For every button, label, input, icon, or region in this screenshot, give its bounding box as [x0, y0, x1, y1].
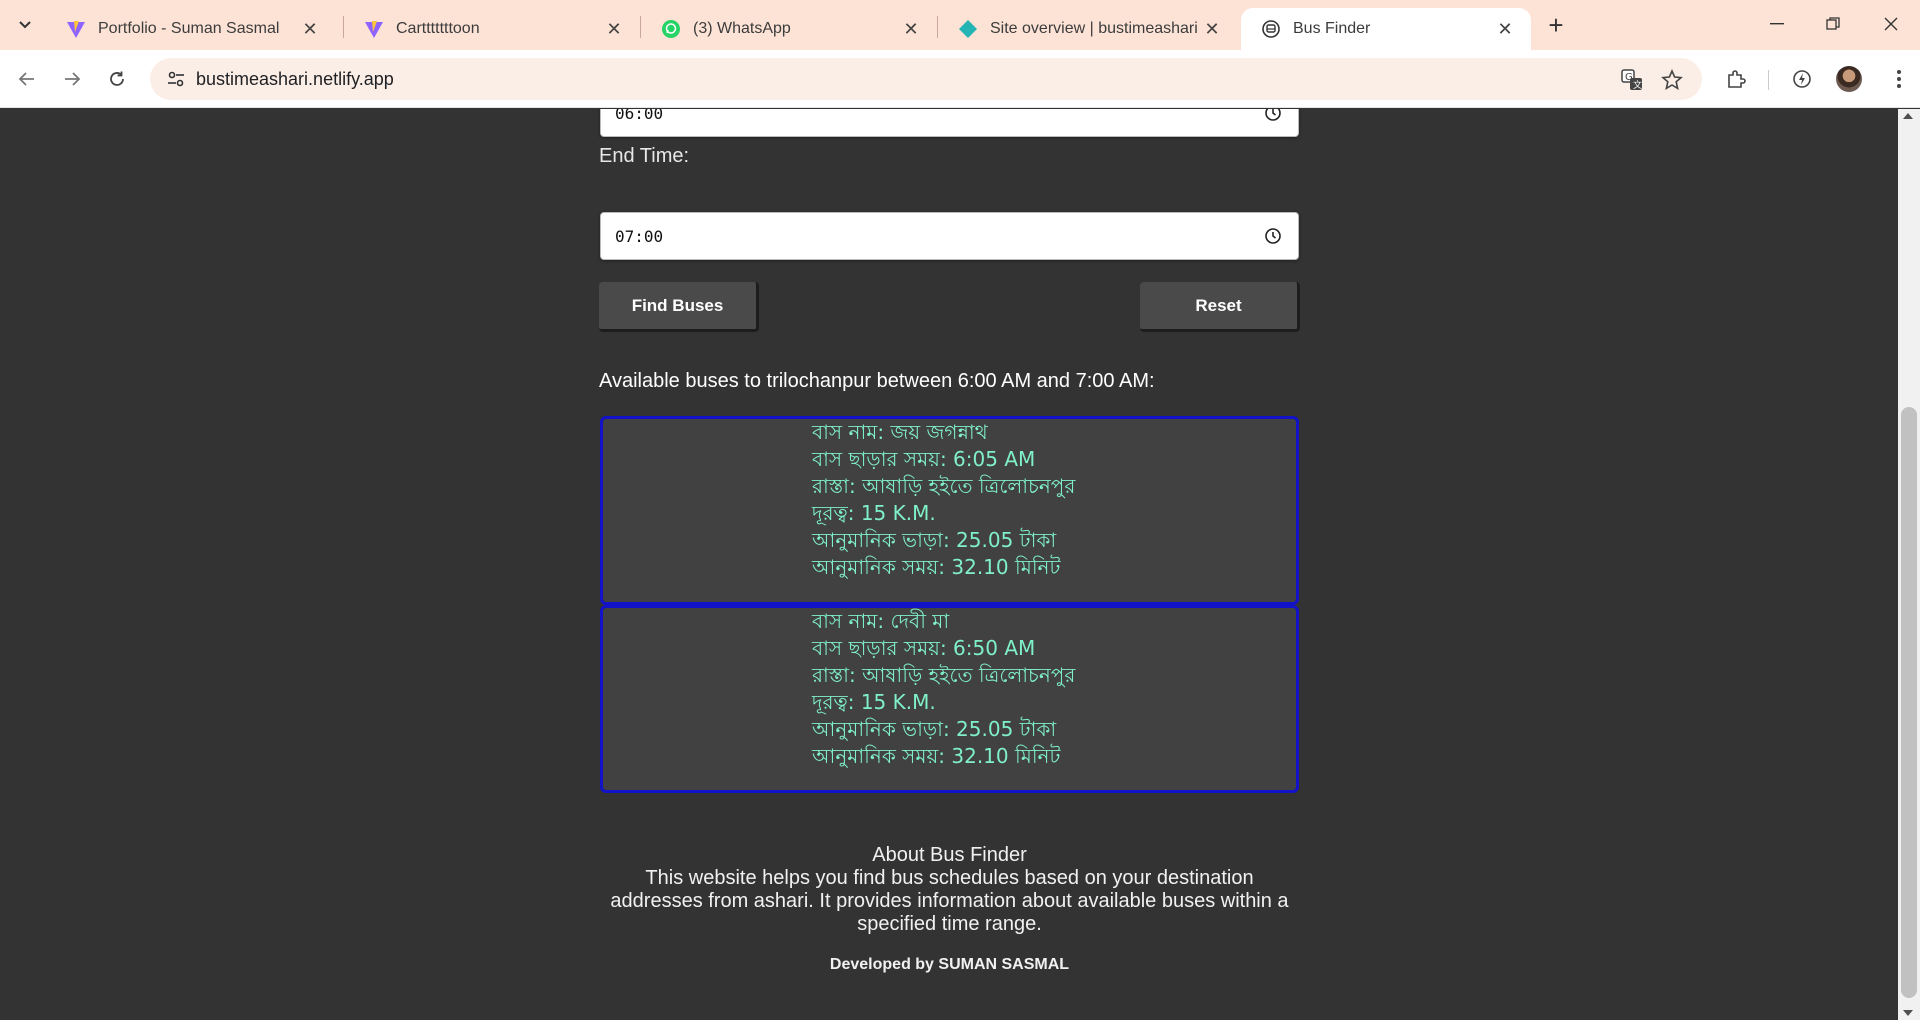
extensions-button[interactable] — [1719, 62, 1753, 96]
speed-icon — [1793, 70, 1811, 88]
whatsapp-icon — [661, 19, 681, 39]
about-section: About Bus Finder This website helps you … — [599, 843, 1300, 936]
vite-logo-icon — [364, 19, 384, 39]
browser-toolbar: bustimeashari.netlify.app G文 — [0, 50, 1920, 108]
close-icon[interactable]: ✕ — [1200, 17, 1224, 41]
reload-button[interactable] — [100, 62, 134, 96]
reload-icon — [110, 71, 124, 86]
bus-card: বাস নাম: দেবী মা বাস ছাড়ার সময়: 6:50 A… — [600, 605, 1299, 793]
scroll-down-arrow-icon[interactable] — [1903, 1010, 1913, 1016]
new-tab-button[interactable]: + — [1541, 10, 1571, 40]
page-viewport: 06:00 End Time: 07:00 Find Buses Reset A… — [0, 109, 1898, 1020]
bus-card: বাস নাম: জয় জগন্নাথ বাস ছাড়ার সময়: 6:… — [600, 416, 1299, 605]
address-bar[interactable]: bustimeashari.netlify.app G文 — [150, 58, 1702, 100]
bus-distance: দূরত্ব: 15 K.M. — [812, 501, 936, 525]
svg-text:文: 文 — [1633, 79, 1642, 91]
bus-fare: আনুমানিক ভাড়া: 25.05 টাকা — [812, 717, 1057, 741]
bus-departure: বাস ছাড়ার সময়: 6:50 AM — [812, 636, 1036, 660]
start-time-input[interactable]: 06:00 — [600, 109, 1299, 137]
tab-whatsapp[interactable]: (3) WhatsApp ✕ — [641, 8, 937, 50]
clock-icon[interactable] — [1264, 109, 1282, 122]
scroll-up-arrow-icon[interactable] — [1903, 113, 1913, 119]
puzzle-icon — [1728, 70, 1746, 88]
tab-title: Bus Finder — [1293, 20, 1371, 37]
tab-cartoon[interactable]: Cartttttttoon ✕ — [344, 8, 640, 50]
tab-bus-finder[interactable]: Bus Finder ✕ — [1241, 8, 1531, 50]
bus-icon — [1261, 19, 1281, 39]
bus-departure: বাস ছাড়ার সময়: 6:05 AM — [812, 447, 1036, 471]
find-buses-button[interactable]: Find Buses — [599, 282, 759, 332]
close-icon[interactable]: ✕ — [298, 17, 322, 41]
tab-title: Portfolio - Suman Sasmal — [98, 20, 280, 37]
bus-route: রাস্তা: আষাড়ি হইতে ত্রিলোচনপুর — [812, 474, 1076, 498]
arrow-left-icon — [18, 72, 34, 86]
back-button[interactable] — [10, 62, 44, 96]
translate-icon[interactable]: G文 — [1618, 66, 1646, 94]
tab-portfolio[interactable]: Portfolio - Suman Sasmal ✕ — [46, 8, 336, 50]
end-time-label: End Time: — [599, 145, 690, 167]
bus-fare: আনুমানিক ভাড়া: 25.05 টাকা — [812, 528, 1057, 552]
page-scrollbar[interactable] — [1898, 109, 1920, 1020]
netlify-icon — [958, 19, 978, 39]
tab-title: Site overview | bustimeashari | N — [990, 20, 1200, 37]
about-title: About Bus Finder — [872, 844, 1027, 866]
profile-avatar[interactable] — [1836, 66, 1862, 92]
bus-route: রাস্তা: আষাড়ি হইতে ত্রিলোচনপুর — [812, 663, 1076, 687]
tune-icon — [168, 71, 184, 87]
url-text[interactable]: bustimeashari.netlify.app — [196, 69, 394, 90]
restore-button[interactable] — [1810, 6, 1856, 42]
end-time-value: 07:00 — [615, 227, 664, 246]
tab-title: Cartttttttoon — [396, 20, 480, 37]
bus-name: বাস নাম: জয় জগন্নাথ — [812, 420, 988, 444]
chevron-down-icon — [19, 21, 31, 29]
forward-button[interactable] — [55, 62, 89, 96]
results-heading: Available buses to trilochanpur between … — [599, 370, 1155, 392]
more-vert-icon — [1897, 70, 1901, 88]
site-info-button[interactable] — [162, 65, 190, 93]
scroll-thumb[interactable] — [1901, 407, 1917, 998]
vite-logo-icon — [66, 19, 86, 39]
tab-title: (3) WhatsApp — [693, 20, 791, 37]
tab-strip: Portfolio - Suman Sasmal ✕ Cartttttttoon… — [0, 0, 1920, 50]
performance-button[interactable] — [1785, 62, 1819, 96]
close-icon[interactable]: ✕ — [899, 17, 923, 41]
close-icon — [1884, 17, 1898, 31]
reset-button[interactable]: Reset — [1140, 282, 1300, 332]
restore-icon — [1826, 17, 1840, 30]
bus-name: বাস নাম: দেবী মা — [812, 609, 950, 633]
end-time-input[interactable]: 07:00 — [600, 212, 1299, 260]
clock-icon[interactable] — [1264, 227, 1282, 245]
about-text: This website helps you find bus schedule… — [610, 867, 1289, 935]
close-icon[interactable]: ✕ — [602, 17, 626, 41]
bookmark-star-icon[interactable] — [1658, 66, 1686, 94]
minimize-button[interactable] — [1754, 6, 1800, 42]
bus-duration: আনুমানিক সময়: 32.10 মিনিট — [812, 555, 1061, 579]
tab-search-menu-button[interactable] — [8, 8, 42, 42]
close-window-button[interactable] — [1868, 6, 1914, 42]
tab-netlify[interactable]: Site overview | bustimeashari | N ✕ — [938, 8, 1238, 50]
start-time-value: 06:00 — [615, 109, 664, 123]
developer-credit: Developed by SUMAN SASMAL — [829, 956, 1070, 973]
arrow-right-icon — [65, 72, 81, 86]
close-icon[interactable]: ✕ — [1493, 17, 1517, 41]
bus-duration: আনুমানিক সময়: 32.10 মিনিট — [812, 744, 1061, 768]
minimize-icon — [1770, 23, 1784, 25]
browser-menu-button[interactable] — [1882, 62, 1916, 96]
bus-distance: দূরত্ব: 15 K.M. — [812, 690, 936, 714]
